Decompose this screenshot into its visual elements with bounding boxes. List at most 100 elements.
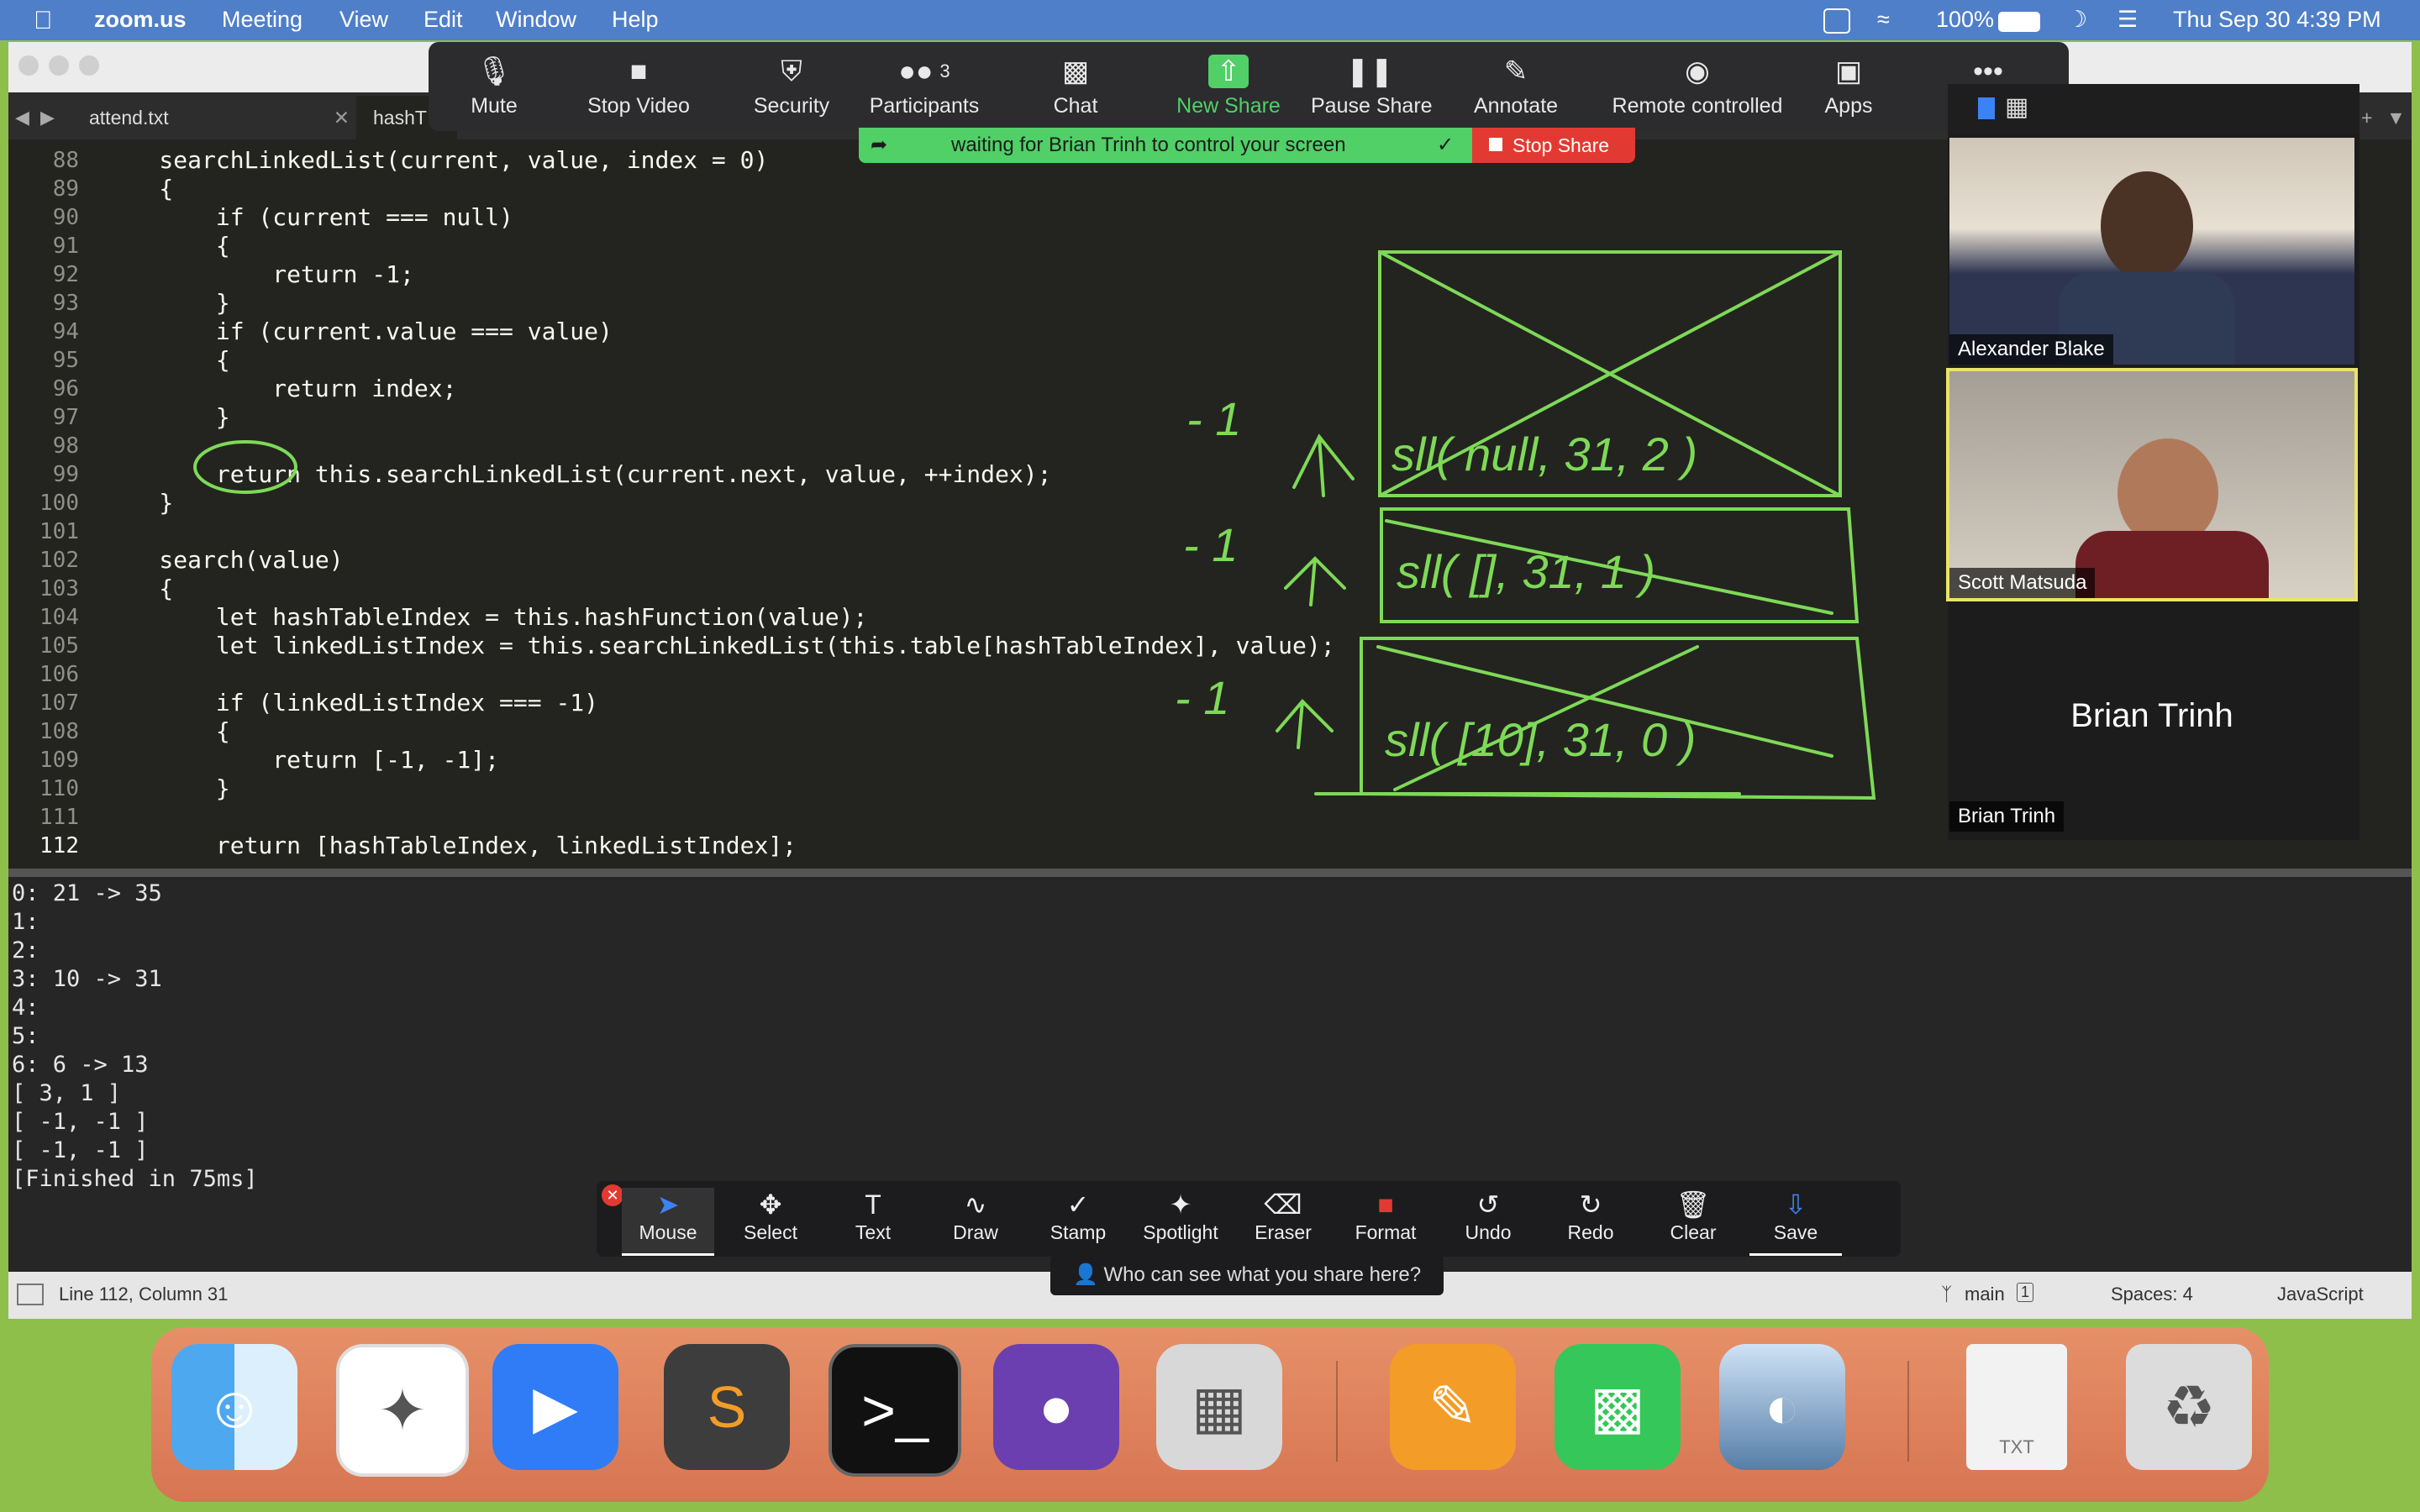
finder-icon[interactable]: ☺ — [171, 1344, 297, 1470]
stamp-icon: ✓ — [1066, 1189, 1090, 1220]
participant-name: Brian Trinh — [1949, 801, 2065, 832]
recursive-call-label: sll( [10], 31, 0 ) — [1385, 713, 1696, 766]
zoom-button-label: Participants — [869, 94, 980, 118]
pages-icon[interactable]: ✎ — [1390, 1344, 1516, 1470]
gallery-view-icon[interactable]: ▦ — [2005, 92, 2028, 122]
chat-bubble-icon: ▩ — [1061, 55, 1090, 87]
participant-big-name: Brian Trinh — [2070, 697, 2233, 734]
dock-separator — [1907, 1361, 1909, 1462]
person-icon: 👤 — [1072, 1263, 1098, 1286]
txt-file-icon[interactable]: TXT — [1966, 1344, 2067, 1470]
stop-share-label: Stop Share — [1512, 134, 1610, 156]
participants-icon: ●● 3 — [898, 55, 950, 87]
annotate-tool-label: Text — [855, 1221, 892, 1243]
trash-icon: 🗑 — [1676, 1189, 1711, 1220]
zoom-button-label: Security — [753, 94, 830, 118]
annotate-redo-button[interactable]: ↻ Redo — [1544, 1188, 1637, 1253]
save-download-icon: ⇩ — [1784, 1189, 1807, 1220]
zoom-participants-button[interactable]: ●● 3 Participants — [865, 49, 983, 129]
draw-icon: ∿ — [964, 1189, 987, 1220]
zoom-button-label: Apps — [1824, 94, 1873, 118]
annotate-tool-label: Save — [1773, 1221, 1818, 1243]
who-can-see-tip[interactable]: 👤 Who can see what you share here? — [1050, 1255, 1444, 1295]
video-tile-scott[interactable]: Scott Matsuda — [1946, 368, 2358, 601]
apps-icon: ▣ — [1834, 55, 1863, 87]
github-desktop-icon[interactable]: ● — [993, 1344, 1119, 1470]
eraser-icon: ⌫ — [1264, 1189, 1302, 1220]
redo-icon: ↻ — [1579, 1189, 1602, 1220]
format-icon: ■ — [1377, 1189, 1394, 1220]
annotate-format-button[interactable]: ■ Format — [1339, 1188, 1432, 1253]
zoom-chat-button[interactable]: ▩ Chat — [1017, 49, 1134, 129]
annotate-select-button[interactable]: ✥ Select — [724, 1188, 817, 1253]
pause-icon: ❚❚ — [1345, 55, 1394, 87]
annotate-eraser-button[interactable]: ⌫ Eraser — [1237, 1188, 1329, 1253]
annotate-draw-button[interactable]: ∿ Draw — [929, 1188, 1022, 1253]
stop-share-button[interactable]: Stop Share — [1472, 128, 1635, 163]
return-arrow-1 — [1292, 433, 1355, 497]
annotate-tool-label: Redo — [1567, 1221, 1614, 1243]
annotate-tool-label: Clear — [1670, 1221, 1717, 1243]
return-value-marker: - 1 — [1186, 392, 1241, 445]
annotate-text-button[interactable]: T Text — [827, 1188, 919, 1253]
pencil-icon: ✎ — [1503, 55, 1528, 87]
return-arrow-3 — [1276, 699, 1334, 749]
speaker-view-icon[interactable] — [1978, 97, 1995, 119]
trash-icon[interactable]: ♻ — [2126, 1344, 2252, 1470]
annotate-tool-label: Stamp — [1050, 1221, 1107, 1243]
annotate-clear-button[interactable]: 🗑 Clear — [1647, 1188, 1739, 1253]
dock-separator — [1336, 1361, 1338, 1462]
mouse-icon: ➤ — [656, 1189, 680, 1220]
select-move-icon: ✥ — [759, 1189, 782, 1220]
video-tile-brian[interactable]: Brian Trinh Brian Trinh — [1949, 605, 2354, 832]
zoom-icon[interactable]: ▶ — [492, 1344, 618, 1470]
terminal-icon[interactable]: >_ — [829, 1344, 961, 1477]
return-arrow-2 — [1284, 556, 1346, 606]
return-value-marker: - 1 — [1183, 518, 1238, 571]
sublime-text-icon[interactable]: S — [664, 1344, 790, 1470]
zoom-new-share-button[interactable]: ⇧ New Share — [1170, 49, 1287, 129]
close-annotation-icon[interactable]: ✕ — [602, 1184, 623, 1206]
participant-count: 3 — [939, 60, 950, 81]
annotate-undo-button[interactable]: ↺ Undo — [1442, 1188, 1534, 1253]
participant-name: Scott Matsuda — [1949, 568, 2096, 598]
share-arrow-icon: ⇧ — [1170, 49, 1287, 94]
annotate-spotlight-button[interactable]: ✦ Spotlight — [1134, 1188, 1227, 1253]
participant-body — [2075, 531, 2269, 598]
zoom-pause-share-button[interactable]: ❚❚ Pause Share — [1311, 49, 1433, 129]
video-tile-alexander[interactable]: Alexander Blake — [1949, 138, 2354, 365]
annotate-tool-label: Eraser — [1255, 1221, 1312, 1243]
zoom-meeting-toolbar: 🎙 Mute ■ Stop Video ⛨ Security ●● 3 Participants… — [429, 42, 2069, 131]
zoom-apps-button[interactable]: ▣ Apps — [1790, 49, 1907, 129]
annotate-stamp-button[interactable]: ✓ Stamp — [1032, 1188, 1124, 1253]
messages-icon[interactable]: ▩ — [1555, 1344, 1681, 1470]
annotate-tool-label: Draw — [953, 1221, 998, 1243]
zoom-remote-controlled-button[interactable]: ◉ Remote controlled — [1597, 49, 1798, 129]
zoom-button-label: Mute — [471, 94, 518, 118]
participant-name: Alexander Blake — [1949, 334, 2113, 365]
spotlight-icon: ✦ — [1169, 1189, 1192, 1220]
zoom-button-label: New Share — [1176, 94, 1281, 118]
zoom-stop-video-button[interactable]: ■ Stop Video — [580, 49, 697, 129]
annotate-mouse-button[interactable]: ➤ Mouse — [622, 1188, 714, 1256]
zoom-button-label: Remote controlled — [1612, 94, 1783, 118]
annotate-save-button[interactable]: ⇩ Save — [1749, 1188, 1842, 1256]
remote-arrow-icon: ➦ — [871, 134, 888, 156]
annotate-tool-label: Format — [1355, 1221, 1417, 1243]
zoom-button-label: Stop Video — [587, 94, 690, 118]
remote-control-status: waiting for Brian Trinh to control your … — [951, 134, 1346, 156]
microphone-icon: 🎙 — [476, 55, 513, 87]
return-circle-annotation — [193, 440, 297, 494]
shield-icon: ⛨ — [781, 55, 802, 87]
zoom-annotate-button[interactable]: ✎ Annotate — [1457, 49, 1575, 129]
zoom-security-button[interactable]: ⛨ Security — [733, 49, 850, 129]
calculator-icon[interactable]: ▦ — [1156, 1344, 1282, 1470]
zoom-button-label: Pause Share — [1311, 94, 1433, 118]
preview-icon[interactable]: ◐ — [1719, 1344, 1845, 1470]
zoom-mute-button[interactable]: 🎙 Mute — [435, 49, 553, 129]
shield-check-icon: ✓ — [1437, 134, 1455, 156]
safari-icon[interactable]: ✦ — [336, 1344, 469, 1477]
video-camera-icon: ■ — [629, 55, 648, 87]
text-icon: T — [865, 1189, 881, 1220]
annotation-toolbar: ✕ ➤ Mouse ✥ Select T Text ∿ Draw ✓ Stamp ✦ Spotligh… — [597, 1181, 1901, 1257]
